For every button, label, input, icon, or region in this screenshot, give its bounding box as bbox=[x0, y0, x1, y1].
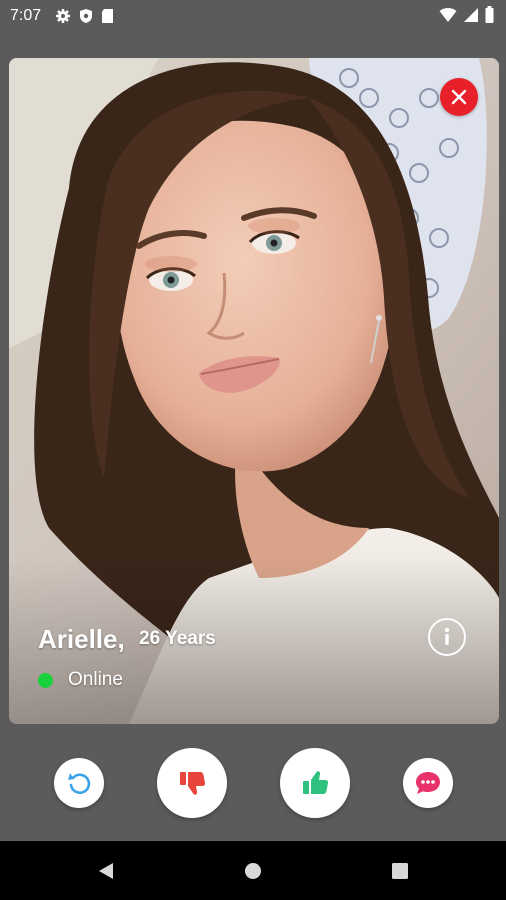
battery-icon bbox=[485, 6, 494, 23]
online-indicator bbox=[38, 672, 53, 688]
profile-age: 26 Years bbox=[139, 628, 216, 649]
chat-button[interactable] bbox=[403, 758, 453, 808]
close-icon bbox=[451, 89, 467, 105]
signal-icon bbox=[464, 7, 478, 22]
undo-icon bbox=[68, 773, 91, 795]
online-label: Online bbox=[68, 669, 123, 690]
like-button[interactable] bbox=[280, 748, 350, 818]
dislike-button[interactable] bbox=[157, 748, 227, 818]
thumbs-down-icon bbox=[180, 772, 206, 795]
undo-button[interactable] bbox=[54, 758, 104, 808]
info-icon bbox=[444, 627, 450, 645]
settings-icon bbox=[56, 8, 71, 23]
shield-icon bbox=[80, 8, 93, 23]
status-time: 7:07 bbox=[10, 6, 42, 24]
status-bar: 7:07 bbox=[0, 0, 506, 31]
sd-card-icon bbox=[102, 8, 114, 23]
info-button[interactable] bbox=[428, 618, 466, 656]
wifi-icon bbox=[439, 7, 457, 22]
online-status: Online bbox=[38, 669, 123, 691]
home-nav-button[interactable] bbox=[244, 862, 262, 880]
profile-name: Arielle, bbox=[38, 624, 125, 654]
profile-card[interactable]: Arielle, 26 Years Online bbox=[9, 58, 499, 724]
action-bar bbox=[0, 724, 506, 841]
back-nav-button[interactable] bbox=[96, 861, 116, 881]
close-button[interactable] bbox=[440, 78, 478, 116]
navigation-bar bbox=[0, 841, 506, 900]
recents-nav-button[interactable] bbox=[391, 862, 409, 880]
chat-icon bbox=[416, 772, 440, 794]
thumbs-up-icon bbox=[303, 771, 329, 794]
